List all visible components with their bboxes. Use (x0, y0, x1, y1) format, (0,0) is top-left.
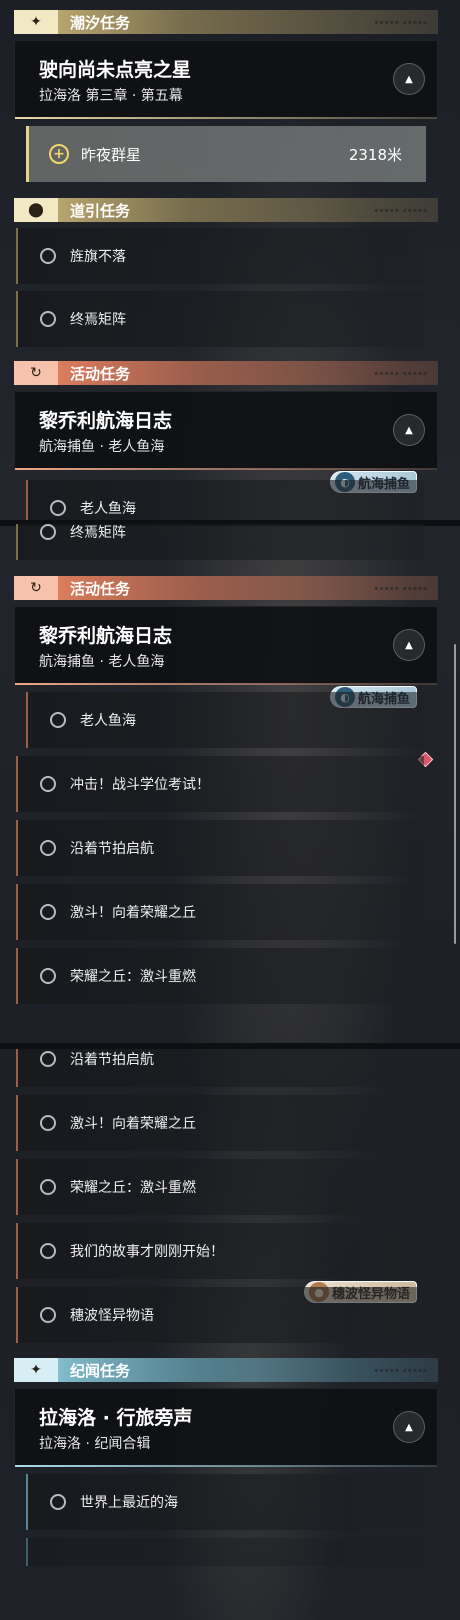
radio-circle-icon (50, 500, 66, 516)
list-item[interactable]: 荣耀之丘：激斗重燃 (16, 948, 424, 1004)
quest-name: 荣耀之丘：激斗重燃 (70, 1180, 196, 1196)
card-underline (15, 683, 437, 685)
collapse-chevron-icon[interactable]: ▲ (393, 629, 425, 661)
header-decoration: ▪▪▪▪▪ ▪▪▪▪▪ (374, 584, 428, 592)
quest-title: 黎乔利航海日志 (39, 410, 173, 432)
card-underline (15, 468, 437, 470)
radio-circle-icon (50, 712, 66, 728)
quest-name: 老人鱼海 (80, 501, 136, 517)
section-header-event[interactable]: ↻ 活动任务 ▪▪▪▪▪ ▪▪▪▪▪ (14, 576, 438, 600)
quest-name: 世界上最近的海 (80, 1495, 178, 1511)
tracked-quest-distance: 2318米 (348, 145, 402, 164)
radio-circle-icon (40, 1115, 56, 1131)
collapse-chevron-icon[interactable]: ▲ (393, 1411, 425, 1443)
header-decoration: ▪▪▪▪▪ ▪▪▪▪▪ (374, 206, 428, 214)
list-item[interactable]: 终焉矩阵 (16, 291, 424, 347)
collapse-chevron-icon[interactable]: ▲ (393, 414, 425, 446)
list-item[interactable]: 我们的故事才刚刚开始！ (16, 1223, 424, 1279)
header-decoration: ▪▪▪▪▪ ▪▪▪▪▪ (374, 18, 428, 26)
section-title: 道引任务 (70, 201, 131, 220)
list-item[interactable]: 穗波怪异物语 (16, 1287, 424, 1343)
section-header-guide[interactable]: ⬤ 道引任务 ▪▪▪▪▪ ▪▪▪▪▪ (14, 198, 438, 222)
section-title: 潮汐任务 (70, 13, 131, 32)
radio-circle-icon (40, 968, 56, 984)
list-item[interactable]: 终焉矩阵 (16, 524, 424, 560)
list-item[interactable]: 激斗！向着荣耀之丘 (16, 1095, 424, 1151)
collapse-chevron-icon[interactable]: ▲ (393, 63, 425, 95)
list-item[interactable]: 旌旗不落 (16, 228, 424, 284)
list-item[interactable]: 冲击！战斗学位考试！ (16, 756, 424, 812)
quest-panel-2: 终焉矩阵 ↻ 活动任务 ▪▪▪▪▪ ▪▪▪▪▪ 黎乔利航海日志 航海捕鱼 · 老… (0, 524, 460, 1045)
quest-name: 激斗！向着荣耀之丘 (70, 905, 196, 921)
tracked-quest-name: 昨夜群星 (81, 145, 142, 164)
quest-card-chronicle[interactable]: 拉海洛 · 行旅旁声 拉海洛 · 纪闻合辑 ▲ (14, 1388, 438, 1467)
quest-panel-3: 沿着节拍启航 激斗！向着荣耀之丘 荣耀之丘：激斗重燃 我们的故事才刚刚开始！ ●… (0, 1049, 460, 1620)
radio-circle-icon (40, 524, 56, 540)
radio-circle-icon (40, 776, 56, 792)
list-item[interactable]: 沿着节拍启航 (16, 1049, 424, 1087)
radio-circle-icon (40, 248, 56, 264)
quest-name: 沿着节拍启航 (70, 841, 154, 857)
location-pin-icon: ⬤ (14, 198, 58, 222)
radio-circle-icon (40, 1307, 56, 1323)
sparkle-icon: ✦ (14, 1358, 58, 1382)
radio-circle-icon (40, 904, 56, 920)
quest-name: 荣耀之丘：激斗重燃 (70, 969, 196, 985)
sparkle-icon: ✦ (14, 10, 58, 34)
quest-name: 冲击！战斗学位考试！ (70, 777, 210, 793)
section-title: 活动任务 (70, 364, 131, 383)
list-item-clipped[interactable] (26, 1538, 424, 1566)
quest-subtitle: 拉海洛 · 纪闻合辑 (39, 1436, 151, 1452)
header-decoration: ▪▪▪▪▪ ▪▪▪▪▪ (374, 369, 428, 377)
radio-circle-icon (40, 1051, 56, 1067)
quest-name: 穗波怪异物语 (70, 1308, 154, 1324)
section-title: 纪闻任务 (70, 1361, 131, 1380)
quest-name: 激斗！向着荣耀之丘 (70, 1116, 196, 1132)
tracked-quest[interactable]: + 昨夜群星 2318米 (26, 126, 426, 182)
quest-subtitle: 航海捕鱼 · 老人鱼海 (39, 439, 165, 455)
refresh-arrow-icon: ↻ (14, 361, 58, 385)
list-item[interactable]: 世界上最近的海 (26, 1474, 424, 1530)
list-item[interactable]: 激斗！向着荣耀之丘 (16, 884, 424, 940)
section-header-tide[interactable]: ✦ 潮汐任务 ▪▪▪▪▪ ▪▪▪▪▪ (14, 10, 438, 34)
quest-subtitle: 航海捕鱼 · 老人鱼海 (39, 654, 165, 670)
list-item[interactable]: 老人鱼海 (26, 480, 424, 522)
radio-circle-icon (40, 1243, 56, 1259)
section-title: 活动任务 (70, 579, 131, 598)
quest-subtitle: 拉海洛 第三章 · 第五幕 (39, 88, 183, 104)
list-item[interactable]: 沿着节拍启航 (16, 820, 424, 876)
quest-name: 终焉矩阵 (70, 525, 126, 541)
radio-circle-icon (40, 1179, 56, 1195)
quest-panel-1: ✦ 潮汐任务 ▪▪▪▪▪ ▪▪▪▪▪ 驶向尚未点亮之星 拉海洛 第三章 · 第五… (0, 0, 460, 522)
quest-card-event[interactable]: 黎乔利航海日志 航海捕鱼 · 老人鱼海 ▲ (14, 391, 438, 470)
refresh-arrow-icon: ↻ (14, 576, 58, 600)
quest-card-tide[interactable]: 驶向尚未点亮之星 拉海洛 第三章 · 第五幕 ▲ (14, 40, 438, 119)
card-underline (15, 1465, 437, 1467)
quest-title: 黎乔利航海日志 (39, 625, 173, 647)
list-item[interactable]: 老人鱼海 (26, 692, 424, 748)
quest-card-event[interactable]: 黎乔利航海日志 航海捕鱼 · 老人鱼海 ▲ (14, 606, 438, 685)
quest-title: 拉海洛 · 行旅旁声 (39, 1407, 193, 1429)
quest-name: 沿着节拍启航 (70, 1052, 154, 1068)
quest-title: 驶向尚未点亮之星 (39, 59, 192, 81)
radio-circle-icon (40, 840, 56, 856)
quest-name: 老人鱼海 (80, 713, 136, 729)
radio-circle-icon (40, 311, 56, 327)
quest-name: 我们的故事才刚刚开始！ (70, 1244, 224, 1260)
section-header-chronicle[interactable]: ✦ 纪闻任务 ▪▪▪▪▪ ▪▪▪▪▪ (14, 1358, 438, 1382)
scrollbar[interactable] (454, 644, 456, 944)
list-item[interactable]: 荣耀之丘：激斗重燃 (16, 1159, 424, 1215)
radio-circle-icon (50, 1494, 66, 1510)
header-decoration: ▪▪▪▪▪ ▪▪▪▪▪ (374, 1366, 428, 1374)
tracking-plus-icon: + (49, 144, 69, 164)
card-underline (15, 117, 437, 119)
quest-name: 终焉矩阵 (70, 312, 126, 328)
section-header-event[interactable]: ↻ 活动任务 ▪▪▪▪▪ ▪▪▪▪▪ (14, 361, 438, 385)
quest-name: 旌旗不落 (70, 249, 126, 265)
